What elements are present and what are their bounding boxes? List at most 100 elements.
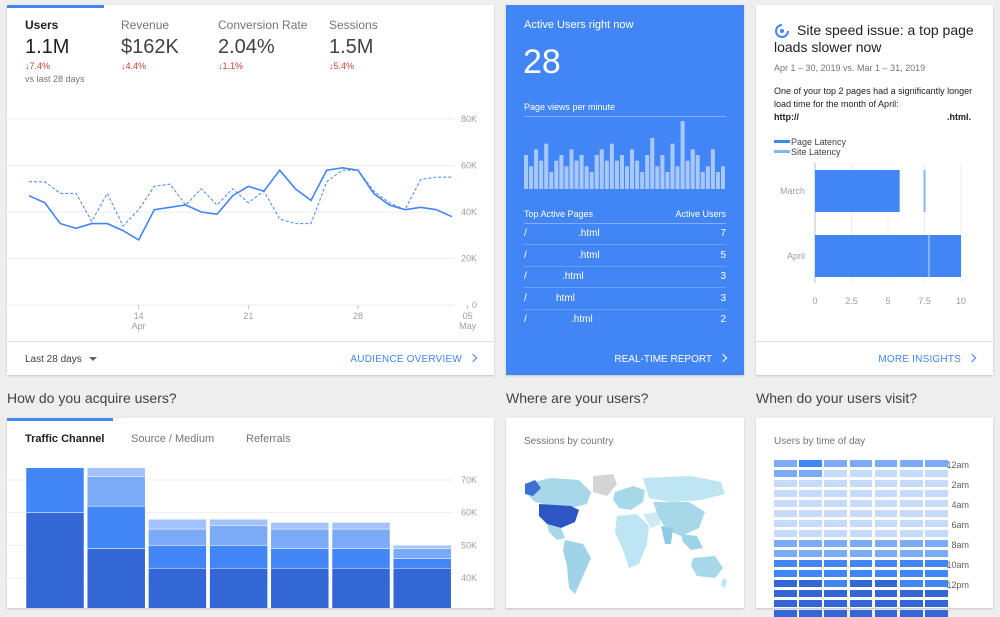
heatmap-cell — [799, 500, 822, 507]
heatmap-cell — [874, 530, 898, 537]
pageview-bar — [559, 155, 564, 189]
date-range-label: Last 28 days — [25, 354, 82, 365]
stacked-bar-segment — [209, 518, 268, 526]
x-tick-label: 5 — [885, 296, 890, 306]
active-tab-indicator — [7, 418, 113, 421]
heatmap-cell — [799, 610, 822, 617]
insight-title: Site speed issue: a top page loads slowe… — [774, 22, 974, 55]
chevron-right-icon — [468, 353, 478, 363]
date-range-dropdown[interactable]: Last 28 days — [25, 354, 97, 365]
heatmap-cell — [925, 520, 948, 527]
y-tick-label: 60K — [461, 508, 477, 518]
heatmap-cell — [774, 570, 797, 577]
heatmap-cell — [799, 510, 822, 517]
heatmap-cell — [824, 520, 847, 527]
tab-source-medium[interactable]: Source / Medium — [131, 433, 214, 445]
pageview-bar — [700, 172, 705, 189]
x-tick-label: 10 — [956, 296, 966, 306]
metric-tab-conversion-rate[interactable]: Conversion Rate 2.04% ↓1.1% — [218, 18, 323, 78]
metric-tab-users[interactable]: Users 1.1M ↓7.4% vs last 28 days — [25, 18, 115, 88]
table-row[interactable]: / html 3 — [524, 289, 726, 310]
metric-tab-sessions[interactable]: Sessions 1.5M ↓5.4% — [329, 18, 419, 78]
page-path: / — [524, 250, 527, 261]
stacked-bar-segment — [148, 528, 207, 546]
hour-label: 2am — [951, 480, 969, 490]
table-row[interactable]: / .html 7 — [524, 224, 726, 245]
heatmap-cell — [824, 480, 847, 487]
realtime-report-link[interactable]: REAL-TIME REPORT — [614, 353, 728, 365]
stacked-bar-segment — [25, 512, 85, 608]
geo-card: Sessions by country — [506, 418, 744, 608]
pageview-bar — [524, 155, 529, 189]
heatmap-cell — [824, 600, 847, 607]
site-latency-marker — [923, 170, 926, 212]
y-tick-label: 80K — [461, 114, 477, 124]
heatmap-cell — [849, 540, 873, 547]
heatmap-cell — [824, 610, 847, 617]
stacked-bar-segment — [392, 558, 452, 569]
stacked-bar-segment — [86, 468, 146, 477]
heatmap-cell — [774, 590, 797, 597]
heatmap-cell — [799, 590, 822, 597]
heatmap-cell — [849, 580, 873, 587]
heatmap-cell — [824, 500, 847, 507]
pageviews-divider — [524, 116, 726, 117]
acquisition-section-title: How do you acquire users? — [7, 390, 177, 406]
heatmap-cell — [925, 480, 948, 487]
hour-label: 6am — [951, 520, 969, 530]
heatmap-cell — [799, 470, 822, 477]
table-row[interactable]: / .html 2 — [524, 310, 726, 331]
pageview-bar — [549, 172, 554, 189]
hour-label: 8am — [951, 540, 969, 550]
top-pages-header: Top Active Pages — [524, 209, 594, 219]
metric-tab-revenue[interactable]: Revenue $162K ↓4.4% — [121, 18, 211, 78]
tab-traffic-channel[interactable]: Traffic Channel — [25, 433, 104, 445]
table-row[interactable]: / .html 3 — [524, 267, 726, 288]
hour-label: 12am — [946, 460, 969, 470]
stacked-bar-segment — [392, 567, 452, 608]
chevron-right-icon — [718, 353, 728, 363]
heatmap-cell — [900, 560, 923, 567]
heatmap-cell — [900, 600, 923, 607]
metric-value: $162K — [121, 36, 179, 58]
more-insights-link[interactable]: MORE INSIGHTS — [878, 353, 977, 365]
pageview-bar — [604, 160, 609, 189]
heatmap-cell — [774, 580, 797, 587]
metric-tab-label: Sessions — [329, 18, 378, 32]
heatmap-cell — [824, 470, 847, 477]
heatmap-cell — [925, 470, 948, 477]
heatmap-cell — [849, 520, 873, 527]
world-map[interactable] — [521, 470, 731, 600]
time-section-title: When do your users visit? — [756, 390, 918, 406]
heatmap-cell — [799, 530, 822, 537]
pageview-bar — [599, 149, 604, 189]
heatmap-cell — [900, 500, 923, 507]
heatmap-cell — [874, 470, 898, 477]
heatmap-cell — [900, 610, 923, 617]
heatmap-cell — [874, 500, 898, 507]
latency-bar-chart: 0 2.5 5 7.5 10 March April — [780, 163, 966, 306]
pageview-bar — [614, 160, 619, 189]
heatmap-cell — [849, 610, 873, 617]
pageview-bar — [695, 155, 700, 189]
x-tick-label: 05 — [463, 311, 473, 321]
stacked-bar-segment — [270, 528, 330, 549]
map-region-asia — [653, 502, 705, 536]
tab-referrals[interactable]: Referrals — [246, 433, 291, 445]
stacked-bar-segment — [331, 522, 391, 530]
heatmap-cell — [774, 480, 797, 487]
legend-label: Page Latency — [791, 137, 847, 147]
heatmap-cell — [900, 520, 923, 527]
audience-overview-link[interactable]: AUDIENCE OVERVIEW — [350, 353, 478, 365]
row-active-users: 7 — [720, 228, 726, 239]
stacked-bar-segment — [392, 545, 452, 549]
heatmap-cell — [849, 590, 873, 597]
page-latency-bar — [815, 170, 900, 212]
time-card-title: Users by time of day — [774, 436, 866, 447]
stacked-bar-segment — [392, 548, 452, 559]
metric-change: ↓5.4% — [329, 61, 355, 71]
heatmap-cell — [925, 460, 948, 467]
category-label: March — [780, 186, 805, 196]
realtime-card: Active Users right now 28 Page views per… — [506, 5, 744, 375]
table-row[interactable]: / .html 5 — [524, 246, 726, 267]
